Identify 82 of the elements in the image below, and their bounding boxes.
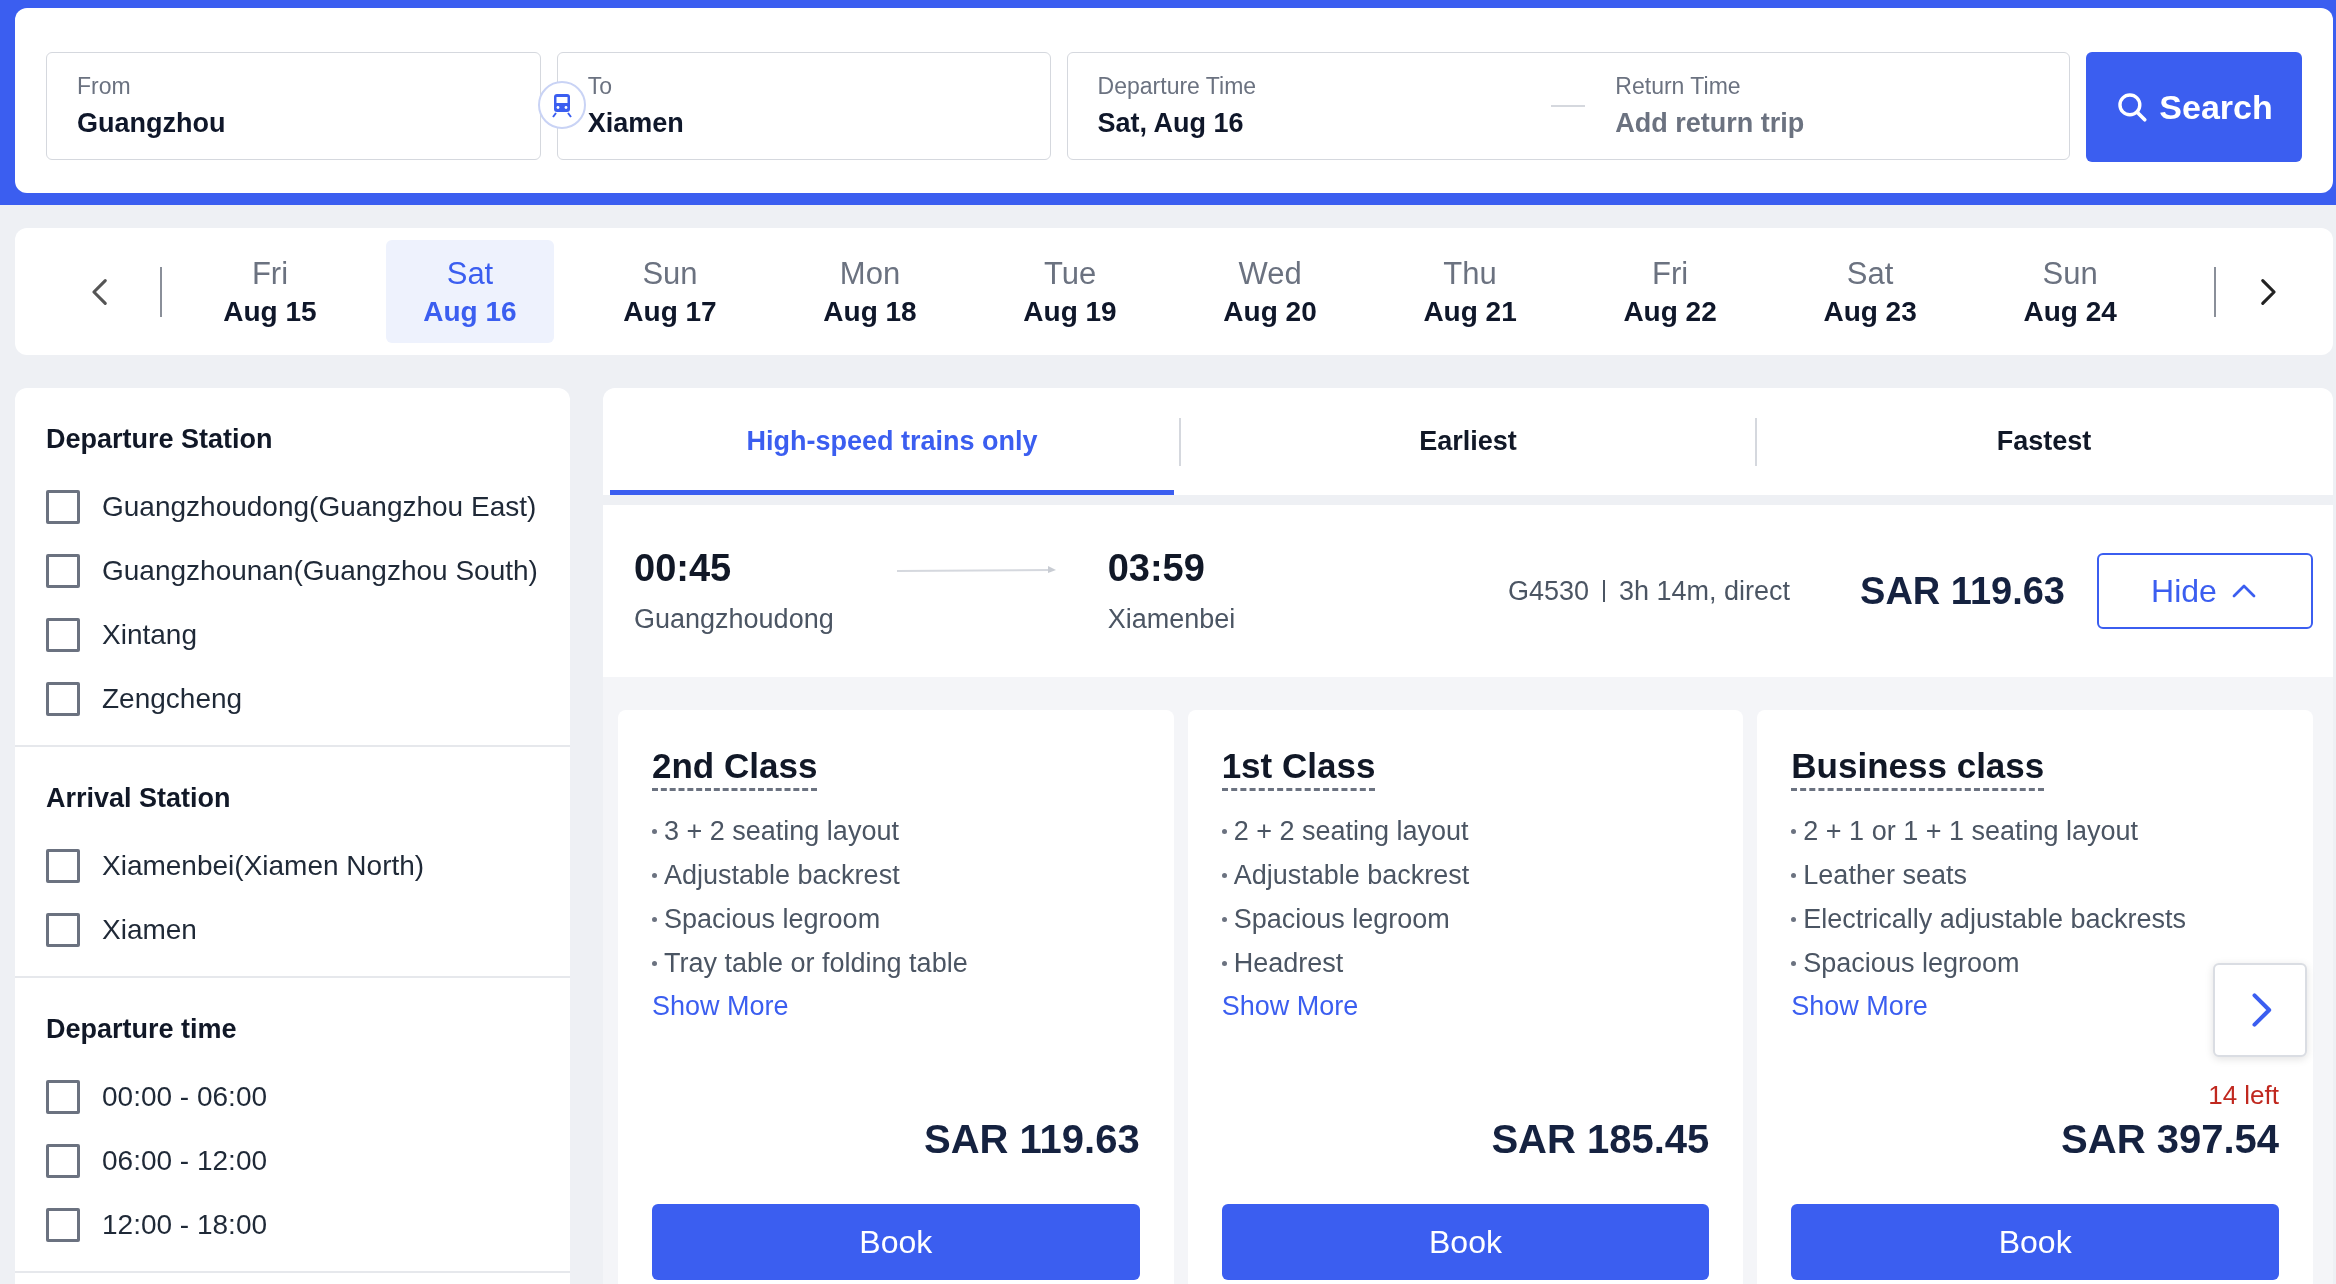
departure-date-field[interactable]: Departure Time Sat, Aug 16 [1067, 52, 1552, 160]
date-tab[interactable]: Fri Aug 22 [1586, 240, 1755, 343]
date-tab[interactable]: Tue Aug 19 [986, 240, 1155, 343]
book-button[interactable]: Book [1791, 1204, 2279, 1280]
field-label: From [77, 73, 132, 100]
checkbox[interactable] [46, 618, 80, 652]
to-field[interactable]: To Xiamen [556, 52, 1051, 160]
date-tab[interactable]: Sat Aug 23 [1786, 240, 1955, 343]
arrival-station: Xiamenbei [1107, 604, 1236, 635]
checkbox-label[interactable]: Zengcheng [102, 683, 243, 715]
filter-heading: Departure time [46, 1014, 238, 1045]
date-tab[interactable]: Fri Aug 15 [185, 240, 354, 343]
checkbox[interactable] [46, 1208, 80, 1242]
feature-item: Spacious legroom [652, 897, 1140, 941]
date-tab[interactable]: Sat Aug 16 [385, 240, 554, 343]
checkbox[interactable] [46, 1144, 80, 1178]
search-button[interactable]: Search [2086, 52, 2302, 162]
date-tab[interactable]: Wed Aug 20 [1186, 240, 1355, 343]
feature-item: 2 + 1 or 1 + 1 seating layout [1791, 809, 2279, 853]
feature-item: 3 + 2 seating layout [652, 809, 1140, 853]
feature-item: Adjustable backrest [1221, 853, 1710, 897]
field-label: Departure Time [1097, 73, 1258, 100]
checkbox-label[interactable]: Xintang [102, 619, 197, 651]
class-price: SAR 119.63 [923, 1117, 1140, 1162]
to-input[interactable]: Xiamen [587, 108, 1020, 139]
checkbox-label[interactable]: 06:00 - 12:00 [102, 1145, 268, 1177]
filter-heading: Arrival Station [46, 783, 232, 814]
search-icon [2115, 90, 2150, 124]
class-name: 1st Class [1221, 746, 1376, 791]
feature-item: Adjustable backrest [652, 853, 1140, 897]
class-name: 2nd Class [652, 746, 818, 791]
sort-tab[interactable]: Earliest [1186, 388, 1750, 495]
book-button[interactable]: Book [652, 1204, 1140, 1280]
checkbox[interactable] [46, 1080, 80, 1114]
date-tab[interactable]: Mon Aug 18 [786, 240, 954, 343]
filter-heading: Departure Station [46, 424, 274, 455]
show-more-link[interactable]: Show More [652, 991, 789, 1022]
arrow-line-icon [895, 565, 1058, 575]
field-label: Return Time [1615, 73, 1742, 100]
checkbox[interactable] [46, 849, 80, 883]
checkbox[interactable] [46, 913, 80, 947]
sort-tab[interactable]: High-speed trains only [610, 388, 1174, 495]
checkbox-label[interactable]: Xiamenbei(Xiamen North) [102, 850, 425, 882]
class-price: SAR 185.45 [1491, 1117, 1710, 1162]
book-button[interactable]: Book [1221, 1204, 1710, 1280]
train-swap-icon[interactable] [537, 80, 587, 130]
from-field[interactable]: From Guangzhou [46, 52, 541, 160]
class-name: Business class [1791, 746, 2045, 791]
hide-button[interactable]: Hide [2097, 553, 2313, 629]
departure-time: 00:45 [634, 547, 733, 590]
sort-tab[interactable]: Fastest [1762, 388, 2326, 495]
date-tab[interactable]: Thu Aug 21 [1386, 240, 1555, 343]
date-tab[interactable]: Sun Aug 24 [1986, 240, 2155, 343]
arrival-time: 03:59 [1107, 547, 1206, 590]
show-more-link[interactable]: Show More [1221, 991, 1359, 1022]
show-more-link[interactable]: Show More [1791, 991, 1928, 1022]
from-input[interactable]: Guangzhou [77, 108, 510, 139]
class-price: SAR 397.54 [2061, 1117, 2279, 1162]
checkbox-label[interactable]: Guangzhounan(Guangzhou South) [102, 555, 538, 587]
departure-station: Guangzhoudong [634, 604, 834, 635]
field-label: To [587, 73, 614, 100]
checkbox[interactable] [46, 554, 80, 588]
train-number: G4530 [1507, 575, 1589, 607]
seats-left: 14 left [2208, 1080, 2279, 1111]
checkbox-label[interactable]: Guangzhoudong(Guangzhou East) [102, 491, 537, 523]
feature-item: Electrically adjustable backrests [1791, 897, 2279, 941]
checkbox-label[interactable]: 12:00 - 18:00 [102, 1209, 268, 1241]
checkbox[interactable] [46, 490, 80, 524]
ticket-price: SAR 119.63 [1860, 569, 2065, 613]
feature-item: Leather seats [1791, 853, 2279, 897]
return-date-input[interactable]: Add return trip [1615, 108, 2040, 139]
departure-date-input[interactable]: Sat, Aug 16 [1097, 108, 1522, 139]
checkbox-label[interactable]: Xiamen [102, 914, 197, 946]
checkbox[interactable] [46, 682, 80, 716]
trip-duration: 3h 14m, direct [1619, 575, 1791, 607]
feature-item: 2 + 2 seating layout [1221, 809, 1710, 853]
feature-item: Headrest [1221, 941, 1710, 985]
return-date-field[interactable]: Return Time Add return trip [1585, 52, 2070, 160]
date-tab[interactable]: Sun Aug 17 [586, 240, 754, 343]
feature-item: Spacious legroom [1221, 897, 1710, 941]
feature-item: Tray table or folding table [652, 941, 1140, 985]
checkbox-label[interactable]: 00:00 - 06:00 [102, 1081, 268, 1113]
